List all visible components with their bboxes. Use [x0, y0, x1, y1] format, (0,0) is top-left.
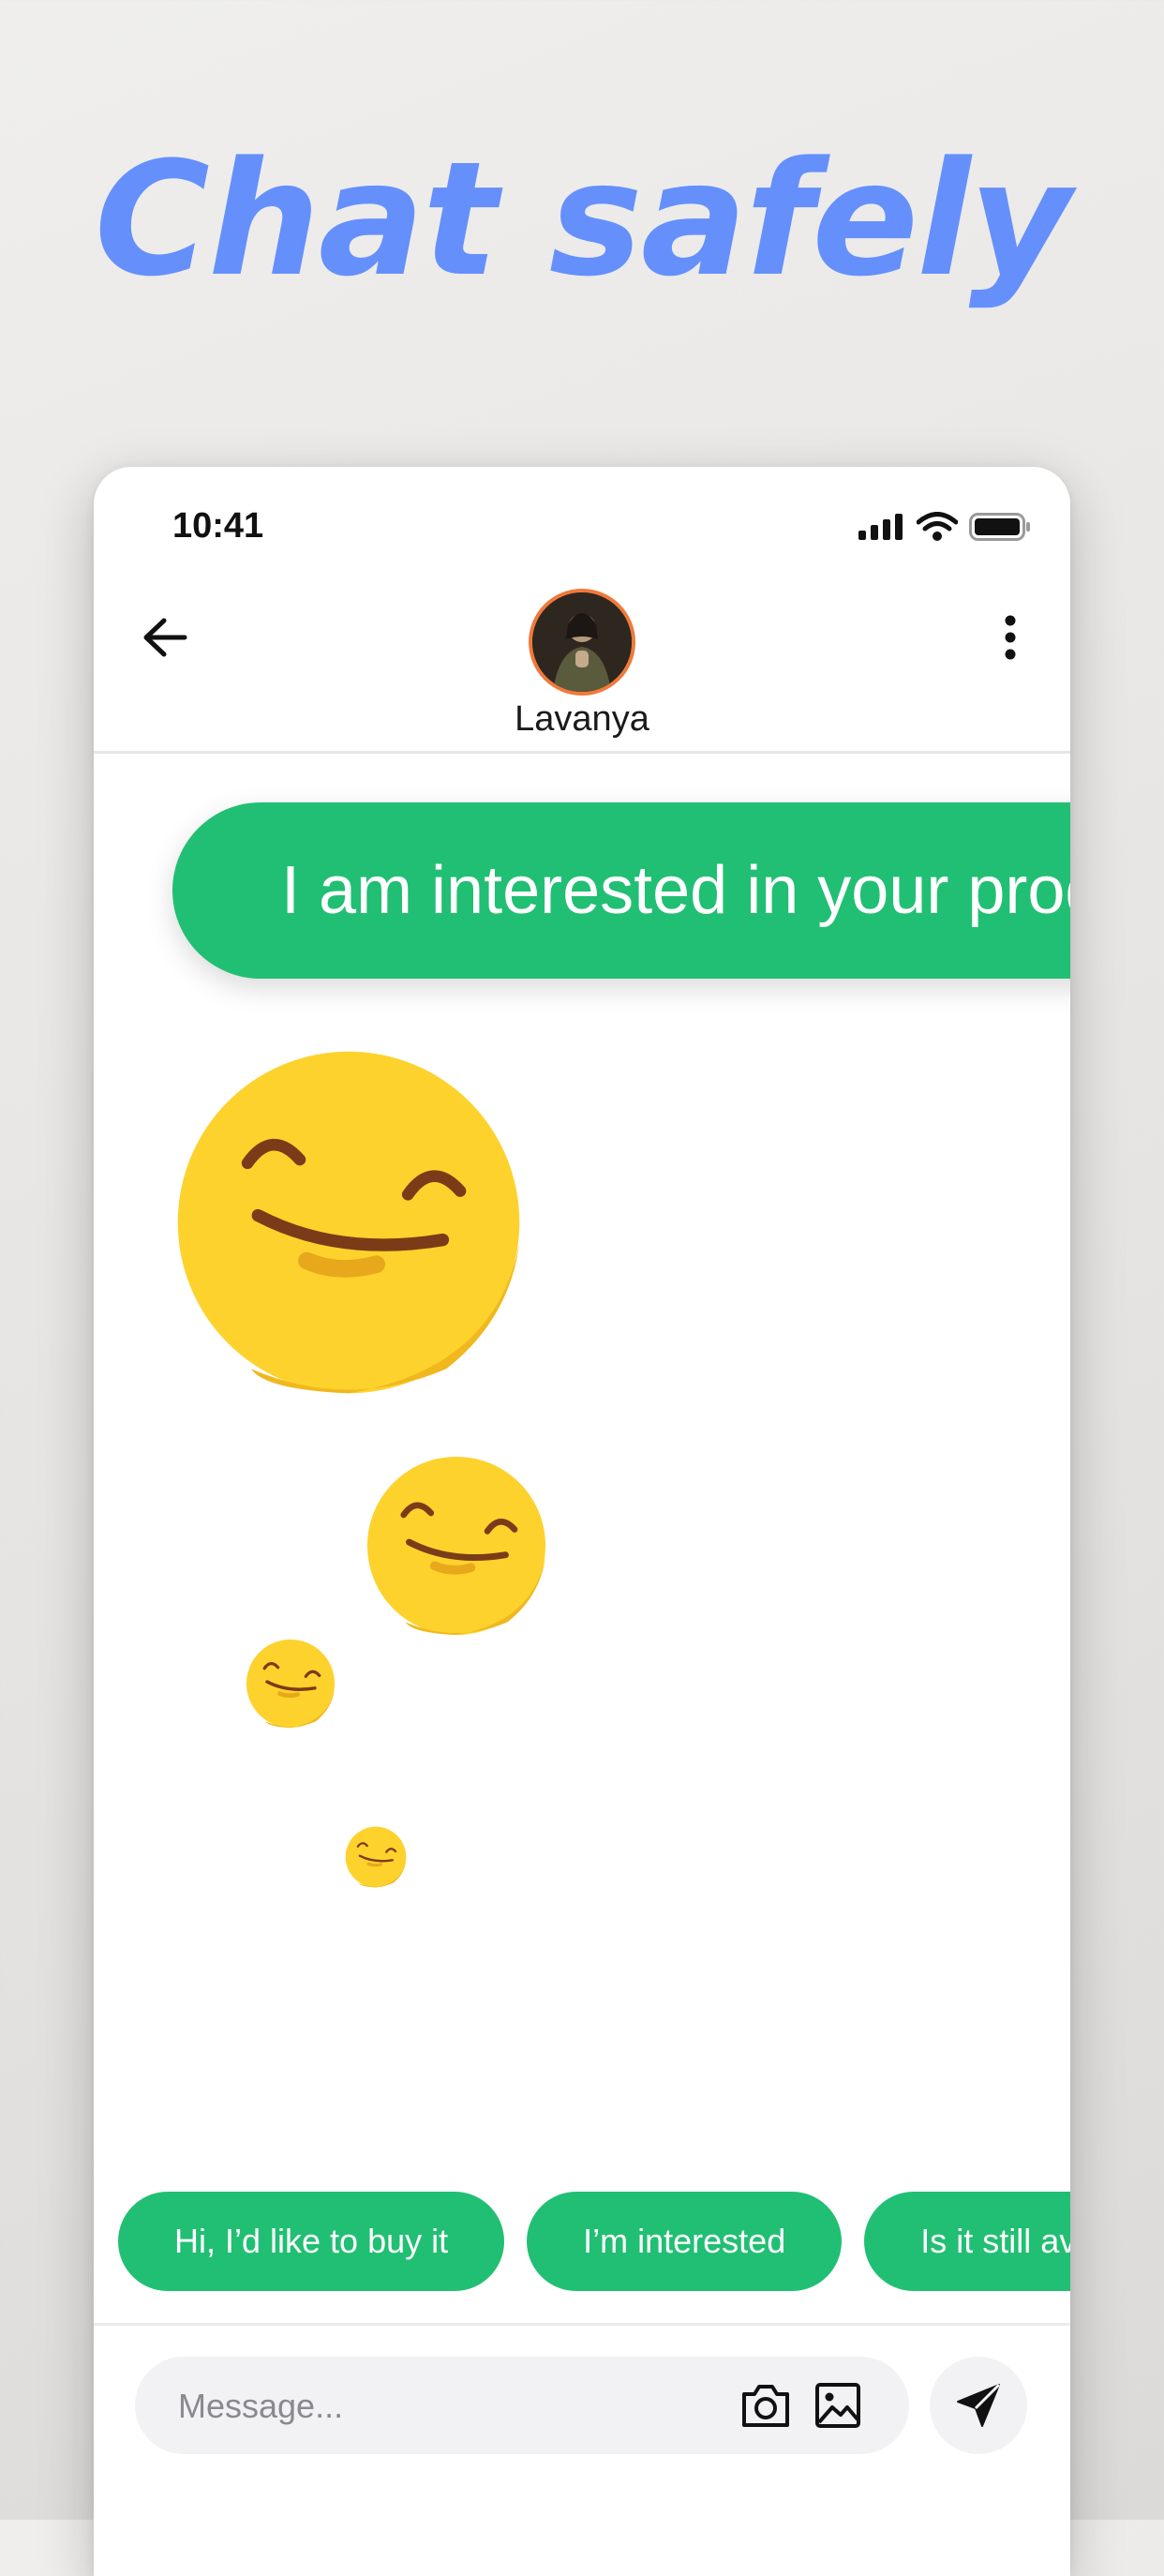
status-icons [858, 512, 1031, 542]
smiling-face-icon [366, 1456, 546, 1636]
contact-name: Lavanya [515, 699, 649, 739]
header-divider [94, 751, 1070, 754]
headline: Chat safely [94, 127, 1072, 311]
avatar-photo [532, 592, 632, 692]
image-icon [815, 2383, 860, 2428]
phone-screen: 10:41 Lavanya I am interested in your pr… [94, 467, 1070, 2576]
quick-reply-chip[interactable]: Hi, I’d like to buy it [118, 2192, 505, 2291]
quick-replies: Hi, I’d like to buy it I’m interested Is… [118, 2192, 1070, 2291]
camera-icon [742, 2385, 789, 2427]
smiling-face-icon [246, 1639, 336, 1729]
battery-icon [969, 513, 1030, 541]
send-button[interactable] [930, 2357, 1027, 2454]
composer-divider [94, 2323, 1070, 2326]
more-vertical-icon [1005, 615, 1016, 660]
message-composer [135, 2357, 909, 2456]
message-bubble: I am interested in your product [172, 802, 1070, 979]
avatar[interactable] [529, 589, 635, 696]
cellular-signal-icon [858, 514, 903, 540]
more-options-button[interactable] [992, 609, 1029, 666]
camera-button[interactable] [740, 2381, 791, 2430]
quick-reply-chip[interactable]: Is it still available? [864, 2192, 1070, 2291]
message-input[interactable] [176, 2357, 705, 2456]
send-icon [957, 2383, 1001, 2427]
back-button[interactable] [137, 609, 193, 666]
image-button[interactable] [813, 2381, 862, 2430]
wifi-icon [917, 512, 958, 541]
smiling-face-icon [177, 1051, 520, 1394]
smiling-face-icon [345, 1826, 407, 1888]
quick-reply-chip[interactable]: I’m interested [527, 2192, 843, 2291]
arrow-left-icon [143, 618, 187, 657]
status-time: 10:41 [172, 506, 264, 546]
